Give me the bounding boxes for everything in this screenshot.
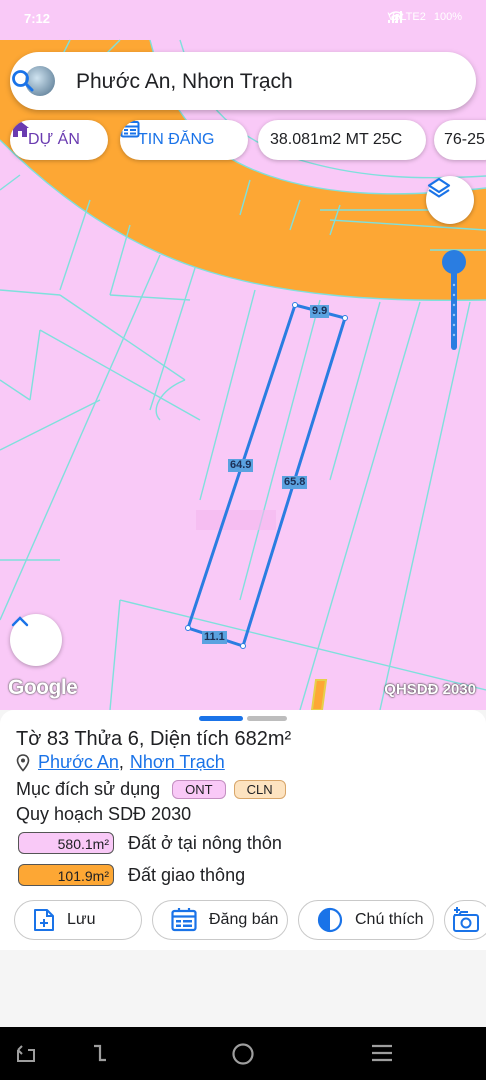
- location-separator: ,: [118, 752, 124, 772]
- sheet-pager[interactable]: [199, 716, 287, 721]
- chip-listings[interactable]: TIN ĐĂNG: [120, 120, 248, 160]
- tag-ont[interactable]: ONT: [172, 780, 226, 799]
- chip-bar: DỰ ÁN TIN ĐĂNG 38.081m2 MT 25C 76-25: [0, 120, 486, 164]
- house-icon: [11, 121, 29, 137]
- layers-button[interactable]: [426, 176, 474, 224]
- segment-left-label: 64.9: [228, 459, 254, 472]
- signal-2-icon: [387, 11, 402, 23]
- status-bar: 7:12 VoLTE2 100%: [0, 0, 486, 40]
- land-use-name: Đất giao thông: [128, 864, 246, 885]
- back-nav-icon[interactable]: [14, 1042, 38, 1064]
- chip-history-2-label: 76-25: [444, 131, 485, 148]
- ward-link[interactable]: Phước An: [38, 752, 119, 773]
- parcel-title: Tờ 83 Thửa 6, Diện tích 682m²: [16, 728, 292, 750]
- save-label: Lưu: [67, 911, 96, 928]
- pager-dot-active[interactable]: [199, 716, 243, 721]
- calendar-icon: [120, 120, 140, 138]
- chip-history-1-label: 38.081m2 MT 25C: [270, 131, 403, 148]
- segment-right-label: 65.8: [282, 476, 308, 489]
- parcel-info-sheet: Tờ 83 Thửa 6, Diện tích 682m² Phước An, N…: [0, 710, 486, 950]
- parcel-location: Phước An, Nhơn Trạch: [16, 752, 225, 773]
- search-bar[interactable]: Phước An, Nhơn Trạch: [10, 52, 476, 110]
- save-button[interactable]: Lưu: [14, 900, 142, 940]
- location-pin-icon: [16, 753, 30, 772]
- post-for-sale-button[interactable]: Đăng bán: [152, 900, 288, 940]
- chevron-up-icon: [11, 616, 29, 627]
- selected-parcel: [186, 303, 347, 648]
- district-link[interactable]: Nhơn Trạch: [130, 752, 225, 773]
- recent-nav-icon[interactable]: [90, 1042, 110, 1064]
- chip-search-history-1[interactable]: 38.081m2 MT 25C: [258, 120, 426, 160]
- land-use-row: 580.1m² Đất ở tại nông thôn: [18, 832, 282, 854]
- search-icon[interactable]: [10, 68, 36, 94]
- land-use-area: 101.9m²: [18, 864, 114, 886]
- zoom-handle: [442, 250, 466, 274]
- battery-label: 100%: [433, 11, 462, 23]
- add-file-icon: [34, 909, 54, 931]
- road-strip: [310, 679, 328, 710]
- menu-nav-icon[interactable]: [370, 1042, 394, 1064]
- chip-projects[interactable]: DỰ ÁN: [10, 120, 108, 160]
- search-text[interactable]: Phước An, Nhơn Trạch: [76, 70, 293, 94]
- contrast-icon: [317, 907, 343, 933]
- expand-up-button[interactable]: [10, 614, 62, 666]
- post-for-sale-label: Đăng bán: [209, 911, 279, 928]
- map-view[interactable]: 9.9 64.9 65.8 11.1 7:12 VoLTE2 100% Phướ…: [0, 0, 486, 710]
- layer-name-label: QHSDĐ 2030: [384, 681, 476, 698]
- segment-bottom-label: 11.1: [202, 631, 227, 644]
- segment-top-label: 9.9: [310, 305, 330, 318]
- chip-listings-label: TIN ĐĂNG: [138, 131, 215, 148]
- usage-purpose-row: Mục đích sử dụng ONT CLN: [16, 779, 286, 800]
- land-use-area: 580.1m²: [18, 832, 114, 854]
- land-use-row: 101.9m² Đất giao thông: [18, 864, 245, 886]
- system-nav-bar: [0, 1027, 486, 1080]
- pager-dot[interactable]: [247, 716, 287, 721]
- chip-projects-label: DỰ ÁN: [28, 131, 80, 148]
- google-attribution: Google: [8, 676, 78, 699]
- land-use-name: Đất ở tại nông thôn: [128, 832, 282, 853]
- action-row: Lưu Đăng bán Chú thích: [14, 900, 486, 940]
- status-time: 7:12: [24, 11, 51, 26]
- plan-label: Quy hoạch SDĐ 2030: [16, 804, 192, 824]
- layers-icon: [427, 177, 451, 198]
- chip-search-history-2[interactable]: 76-25: [434, 120, 486, 160]
- add-photo-button[interactable]: [444, 900, 486, 940]
- home-nav-icon[interactable]: [231, 1042, 255, 1066]
- parcel-vertices: [185, 302, 348, 649]
- add-photo-icon: [453, 907, 479, 932]
- calendar-icon: [171, 908, 197, 932]
- tag-cln[interactable]: CLN: [233, 780, 286, 799]
- purpose-label: Mục đích sử dụng: [16, 779, 161, 799]
- legend-label: Chú thích: [355, 911, 424, 928]
- legend-button[interactable]: Chú thích: [298, 900, 434, 940]
